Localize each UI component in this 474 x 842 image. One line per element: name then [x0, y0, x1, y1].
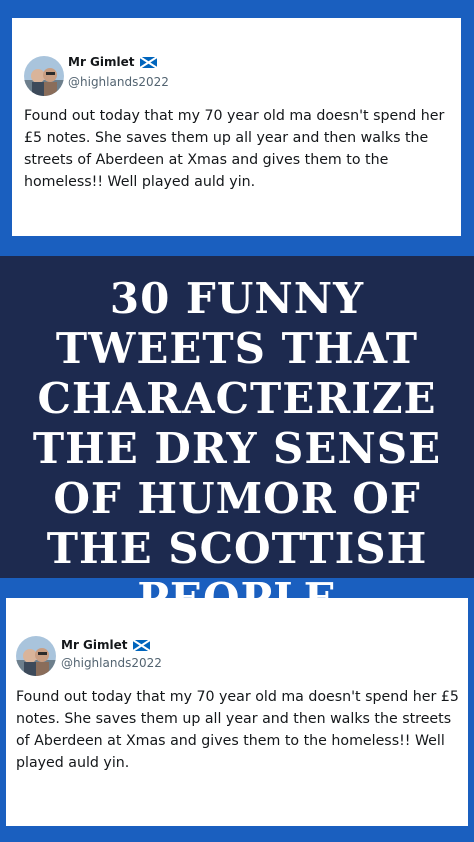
display-name[interactable]: Mr Gimlet [68, 55, 135, 69]
user-handle[interactable]: @highlands2022 [61, 656, 162, 670]
tweet-text: Found out today that my 70 year old ma d… [24, 108, 445, 190]
avatar-photo-icon [16, 636, 56, 676]
name-row: Mr Gimlet [61, 638, 150, 652]
headline-title: 30 FUNNY TWEETS THAT CHARACTERIZE THE DR… [32, 274, 442, 623]
avatar[interactable] [24, 56, 64, 96]
tweet-card-top: Mr Gimlet @highlands2022 Found out today… [12, 18, 461, 236]
tweet-card-bottom: Mr Gimlet @highlands2022 Found out today… [6, 598, 468, 826]
scotland-flag-icon [132, 639, 150, 651]
user-handle[interactable]: @highlands2022 [68, 75, 169, 89]
scotland-flag-icon [139, 56, 157, 68]
headline-band: 30 FUNNY TWEETS THAT CHARACTERIZE THE DR… [0, 256, 474, 623]
display-name[interactable]: Mr Gimlet [61, 638, 128, 652]
avatar-photo-icon [24, 56, 64, 96]
name-row: Mr Gimlet [68, 55, 157, 69]
tweet-text: Found out today that my 70 year old ma d… [16, 689, 459, 771]
avatar[interactable] [16, 636, 56, 676]
